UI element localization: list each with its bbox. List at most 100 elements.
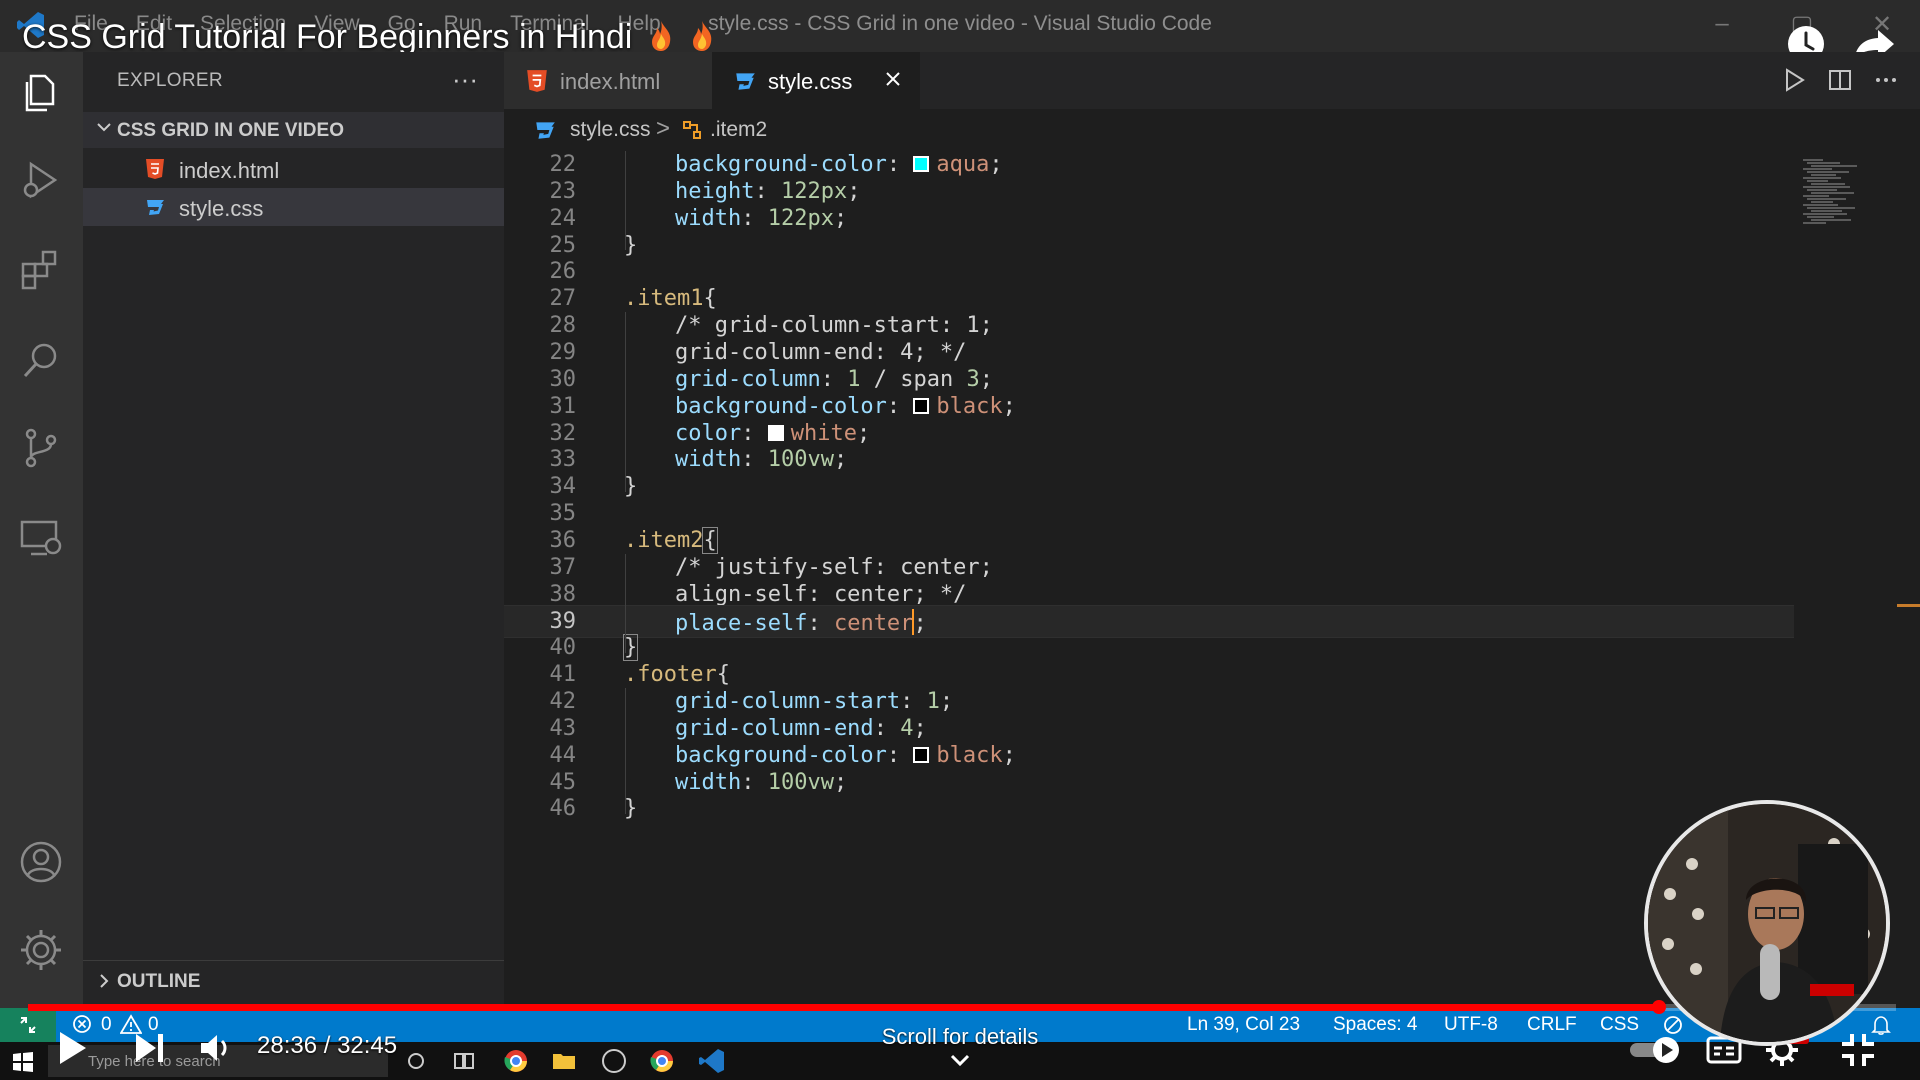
line-number: 26 xyxy=(549,259,577,285)
more-actions-icon[interactable] xyxy=(1872,66,1900,94)
code-token: : xyxy=(900,689,927,714)
code-text: .footer{ xyxy=(624,662,730,687)
color-swatch[interactable] xyxy=(913,746,930,763)
html5-icon xyxy=(527,70,547,92)
remote-explorer-icon[interactable] xyxy=(17,514,65,562)
minimap-line xyxy=(1811,165,1857,167)
code-token: color xyxy=(675,420,742,446)
tab-style-css[interactable]: style.css xyxy=(712,52,920,109)
code-text: background-color: aqua; xyxy=(675,152,1003,177)
minimap-line xyxy=(1807,189,1837,191)
minimize-icon[interactable]: – xyxy=(1702,10,1742,42)
code-token: width xyxy=(675,205,742,231)
chevron-down-icon[interactable] xyxy=(948,1052,972,1070)
source-control-icon[interactable] xyxy=(17,424,65,472)
code-text: background-color: black; xyxy=(675,394,1016,419)
line-number: 35 xyxy=(549,501,577,527)
code-text: .item2{ xyxy=(624,526,718,554)
editor-tabs: index.html style.css xyxy=(504,52,1920,109)
color-swatch[interactable] xyxy=(767,424,784,441)
run-debug-icon[interactable] xyxy=(17,156,65,204)
line-number: 43 xyxy=(549,715,577,741)
minimap-line xyxy=(1807,198,1846,200)
minimap-line xyxy=(1803,168,1832,170)
code-token: align-self: center; */ xyxy=(675,581,967,607)
code-token: grid-column-start xyxy=(675,689,901,714)
line-number: 45 xyxy=(549,769,577,795)
tab-label: index.html xyxy=(560,69,661,94)
breadcrumb-separator: > xyxy=(656,115,671,142)
split-editor-icon[interactable] xyxy=(1826,66,1854,94)
video-progress-bar[interactable] xyxy=(28,1000,1896,1014)
line-number: 30 xyxy=(549,366,577,392)
css3-icon xyxy=(536,122,555,139)
minimap-line xyxy=(1811,210,1842,212)
css-selector-symbol-icon xyxy=(683,121,701,139)
indent-guide xyxy=(625,151,626,251)
code-token: : xyxy=(886,152,914,177)
explorer-sidebar: EXPLORER ··· CSS GRID IN ONE VIDEO index… xyxy=(83,52,504,1008)
line-number: 36 xyxy=(549,527,577,553)
color-swatch[interactable] xyxy=(913,397,930,414)
tab-index-html[interactable]: index.html xyxy=(504,52,712,109)
autoplay-toggle-icon[interactable] xyxy=(1628,1030,1684,1070)
line-number: 42 xyxy=(549,689,577,714)
code-token: px xyxy=(807,205,834,231)
close-tab-icon[interactable] xyxy=(880,66,906,92)
exit-fullscreen-icon[interactable] xyxy=(1838,1030,1878,1070)
extensions-icon[interactable] xyxy=(17,246,65,294)
file-item-style-css[interactable]: style.css xyxy=(83,188,504,226)
line-number: 25 xyxy=(549,232,577,258)
outline-section[interactable]: OUTLINE xyxy=(83,960,504,1001)
minimap-line xyxy=(1811,201,1833,203)
code-token: 100 xyxy=(767,769,808,795)
code-token: { xyxy=(703,286,717,312)
code-token: ; xyxy=(856,420,871,446)
file-item-index-html[interactable]: index.html xyxy=(83,150,504,188)
code-token: ; xyxy=(989,152,1003,177)
breadcrumb-file[interactable]: style.css xyxy=(570,118,651,142)
line-number: 34 xyxy=(549,474,577,500)
folder-row[interactable]: CSS GRID IN ONE VIDEO xyxy=(83,112,504,148)
code-token: / xyxy=(860,366,901,392)
line-number: 28 xyxy=(549,313,577,339)
video-title-text: CSS Grid Tutorial For Beginners in Hindi xyxy=(22,18,633,56)
minimap-line xyxy=(1807,207,1855,209)
color-swatch[interactable] xyxy=(913,156,930,172)
code-text: background-color: black; xyxy=(675,743,1016,768)
run-file-icon[interactable] xyxy=(1780,66,1808,94)
search-icon[interactable] xyxy=(17,336,65,384)
code-token: 1 xyxy=(847,366,861,392)
video-progress-knob[interactable] xyxy=(1652,1000,1666,1014)
code-line[interactable]: 46} xyxy=(504,793,1794,826)
explorer-files-icon[interactable] xyxy=(17,68,65,116)
code-token: ; xyxy=(939,689,954,714)
code-text: align-self: center; */ xyxy=(675,582,966,607)
code-token: 4 xyxy=(900,715,914,741)
code-text: .item1{ xyxy=(624,286,717,311)
scrollbar-marker xyxy=(1897,604,1920,607)
accounts-icon[interactable] xyxy=(17,838,65,886)
minimap-line xyxy=(1811,174,1836,176)
code-token: : xyxy=(886,742,914,768)
code-token: span xyxy=(900,366,954,392)
code-token: grid-column xyxy=(675,366,821,392)
breadcrumb-symbol[interactable]: .item2 xyxy=(710,118,767,142)
explorer-more-icon[interactable]: ··· xyxy=(452,64,478,95)
code-token: .item2 xyxy=(624,527,704,553)
code-token: : xyxy=(741,205,768,231)
explorer-title: EXPLORER xyxy=(117,70,223,91)
code-token: /* justify-self: center; xyxy=(675,554,993,580)
code-token: black xyxy=(936,742,1003,768)
code-token: background-color xyxy=(675,393,887,419)
code-token: grid-column-end xyxy=(675,715,874,741)
settings-gear-icon[interactable] xyxy=(17,926,65,974)
minimap-line xyxy=(1811,219,1851,221)
minimap-line xyxy=(1803,186,1850,188)
video-progress-played xyxy=(28,1004,1659,1011)
video-controls: 28:36 / 32:45 Scroll for details HD xyxy=(0,1016,1920,1080)
minimap-line xyxy=(1803,213,1847,215)
code-token: background-color xyxy=(675,742,887,768)
line-number: 27 xyxy=(549,286,577,312)
